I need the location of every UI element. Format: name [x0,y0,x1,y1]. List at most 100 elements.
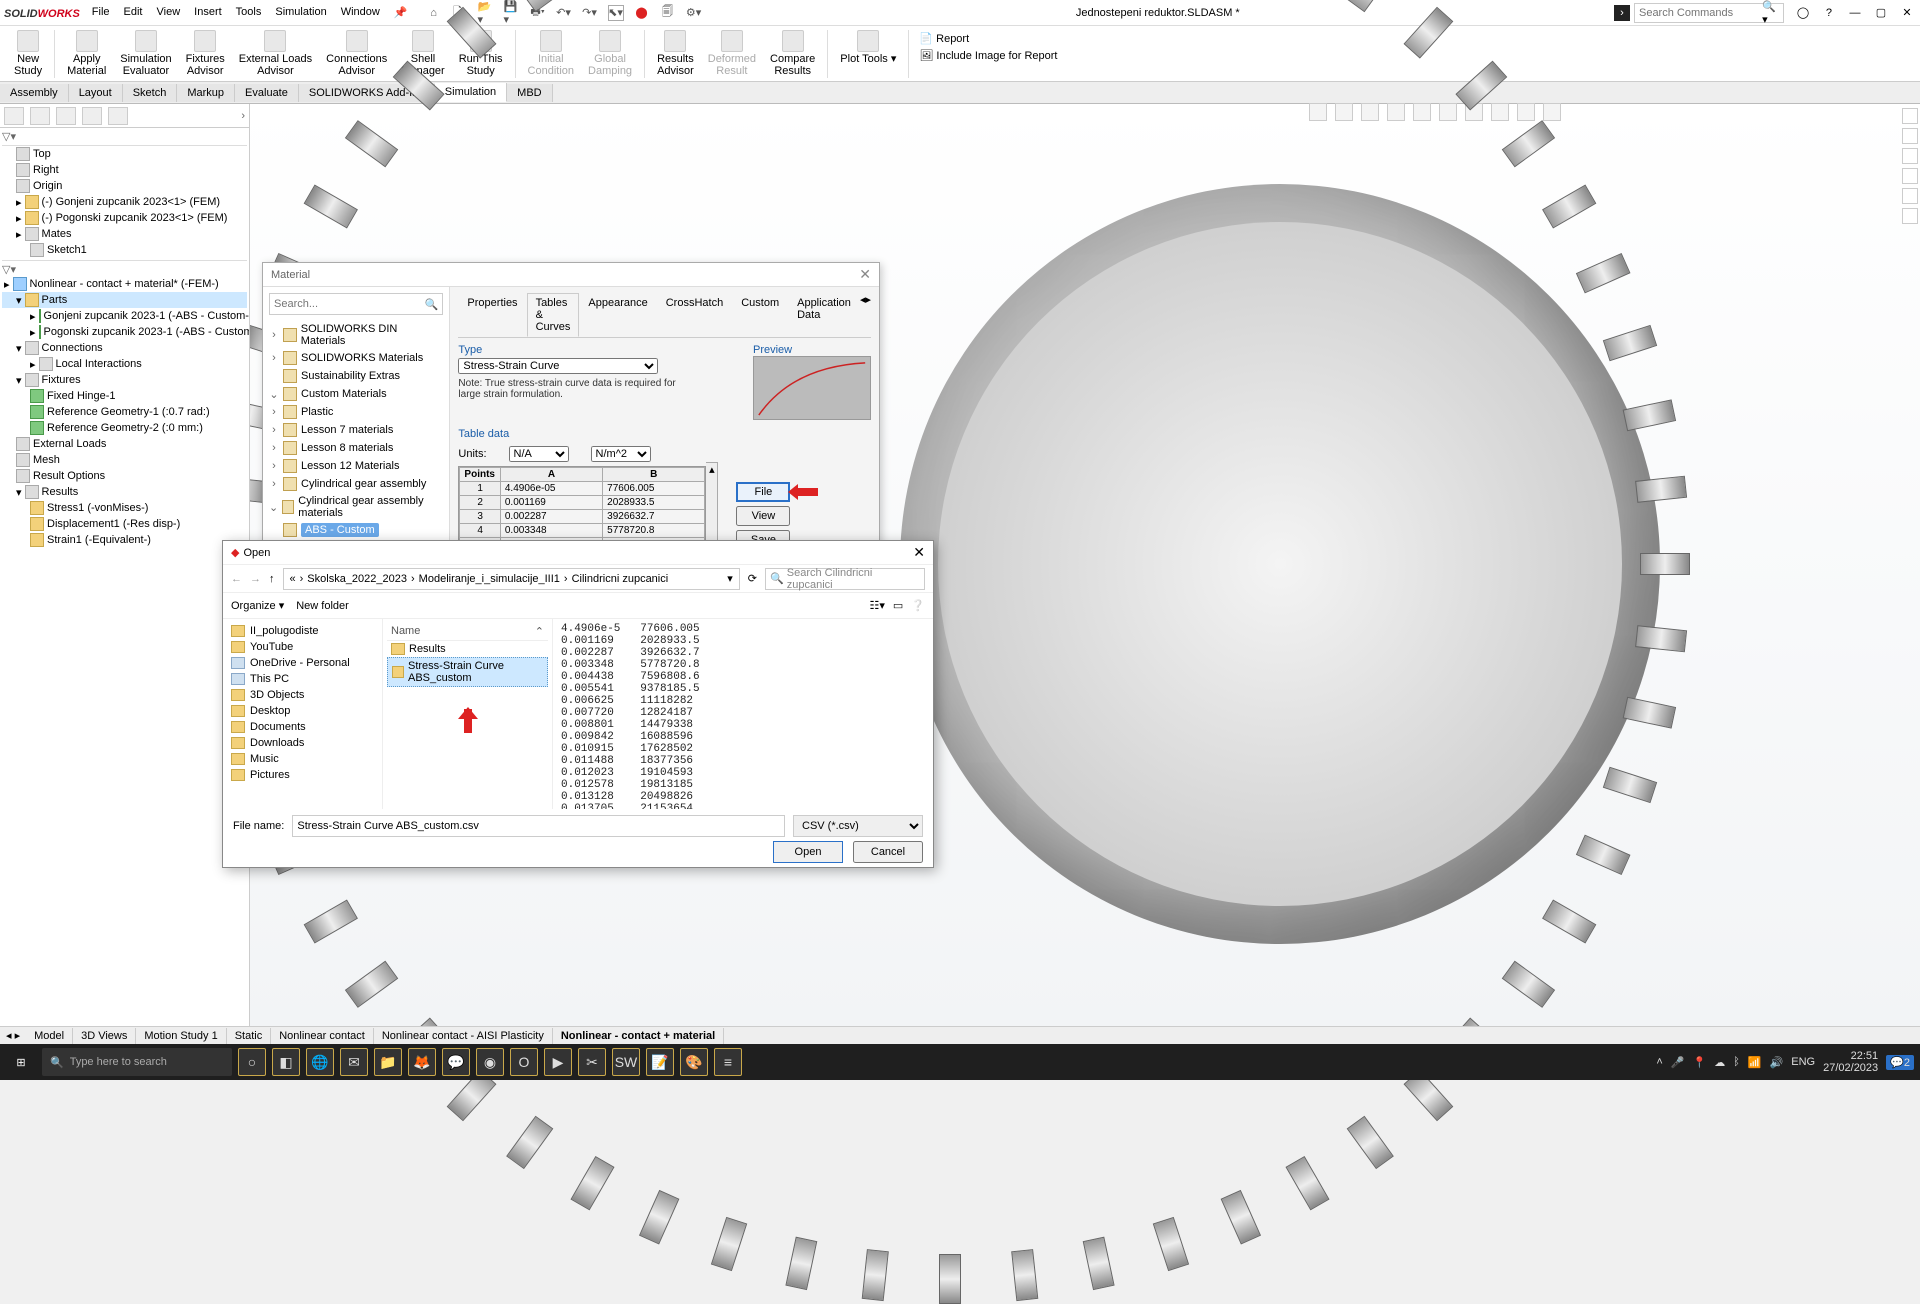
vt-section-icon[interactable] [1387,103,1405,121]
unit-a-select[interactable]: N/A [509,446,569,462]
fixture-child[interactable]: Reference Geometry-1 (:0.7 rad:) [2,404,247,420]
sidebar-item-desktop[interactable]: Desktop [231,703,374,719]
study-tab[interactable]: Motion Study 1 [136,1028,226,1044]
plane-top[interactable]: Top [2,146,247,162]
vt-render-icon[interactable] [1543,103,1561,121]
mates-node[interactable]: ▸Mates [2,226,247,242]
unit-b-select[interactable]: N/m^2 [591,446,651,462]
chrome-icon[interactable]: ◉ [476,1048,504,1076]
ribbon-compare[interactable]: CompareResults [764,28,821,79]
fm-expand-icon[interactable]: › [241,110,245,122]
tray-volume-icon[interactable]: 🔊 [1770,1056,1784,1069]
study-tab[interactable]: Model [26,1028,73,1044]
tp-prop-icon[interactable] [1902,148,1918,164]
rebuild-icon[interactable]: ⬤ [634,5,650,21]
material-tree-item[interactable]: ›Cylindrical gear assembly [269,475,443,493]
study-node[interactable]: ▸Nonlinear - contact + material* (-FEM-) [2,276,247,292]
vt-hide-icon[interactable] [1491,103,1509,121]
redo-icon[interactable]: ↷▾ [582,5,598,21]
tab-simulation[interactable]: Simulation [435,83,507,102]
report-button[interactable]: 📄 Report [919,32,1057,45]
study-tab[interactable]: 3D Views [73,1028,136,1044]
tray-lang[interactable]: ENG [1791,1056,1815,1068]
component-node[interactable]: ▸(-) Pogonski zupcanik 2023<1> (FEM) [2,210,247,226]
component-node[interactable]: ▸(-) Gonjeni zupcanik 2023<1> (FEM) [2,194,247,210]
menu-window[interactable]: Window [341,6,380,19]
vt-rotate-icon[interactable] [1361,103,1379,121]
material-search-input[interactable] [274,298,425,310]
menu-simulation[interactable]: Simulation [275,6,326,19]
select-icon[interactable]: ⬉▾ [608,5,624,21]
material-tree-item[interactable]: ›Plastic [269,403,443,421]
refresh-icon[interactable]: ⟳ [748,572,757,585]
filename-input[interactable] [292,815,785,837]
material-tree-item[interactable]: ›Lesson 12 Materials [269,457,443,475]
tray-onedrive-icon[interactable]: ☁ [1714,1056,1725,1069]
taskbar-search[interactable]: 🔍 Type here to search [42,1048,232,1076]
paint-icon[interactable]: 🎨 [680,1048,708,1076]
plot-tools-button[interactable]: Plot Tools ▾ [834,28,902,67]
help-icon[interactable]: ❔ [911,599,925,612]
vt-display-icon[interactable] [1413,103,1431,121]
study-tab[interactable]: Nonlinear contact - AISI Plasticity [374,1028,553,1044]
crumb[interactable]: Modeliranje_i_simulacije_III1 [419,573,560,585]
table-row[interactable]: 40.0033485778720.8 [460,524,705,538]
cortana-icon[interactable]: ○ [238,1048,266,1076]
sidebar-item-youtube[interactable]: YouTube [231,639,374,655]
local-interactions-node[interactable]: ▸Local Interactions [2,356,247,372]
nav-up-icon[interactable]: ↑ [269,573,275,585]
curve-type-select[interactable]: Stress-Strain Curve [458,358,658,374]
menu-edit[interactable]: Edit [124,6,143,19]
menu-view[interactable]: View [157,6,181,19]
table-row[interactable]: 14.4906e-0577606.005 [460,482,705,496]
settings-icon[interactable]: ⚙▾ [686,5,702,21]
material-tree-item[interactable]: ›SOLIDWORKS Materials [269,349,443,367]
tray-bt-icon[interactable]: ᛒ [1733,1056,1740,1068]
open-button[interactable]: Open [773,841,843,863]
media-icon[interactable]: ▶ [544,1048,572,1076]
sidebar-item-music[interactable]: Music [231,751,374,767]
file-search[interactable]: 🔍 Search Cilindricni zupcanici [765,568,925,590]
taskbar-clock[interactable]: 22:5127/02/2023 [1823,1050,1878,1074]
minimize-icon[interactable]: — [1846,4,1864,22]
fm-tab-display-icon[interactable] [108,107,128,125]
ribbon-fixtures[interactable]: FixturesAdvisor [180,28,231,79]
tab-assembly[interactable]: Assembly [0,84,69,102]
open-dialog-close-icon[interactable]: ✕ [913,544,925,561]
tray-location-icon[interactable]: 📍 [1693,1056,1707,1069]
filter-icon-2[interactable]: ▽▾ [2,263,247,276]
sidebar-item-pictures[interactable]: Pictures [231,767,374,783]
tab-markup[interactable]: Markup [177,84,235,102]
table-row[interactable]: 20.0011692028933.5 [460,496,705,510]
nav-fwd-icon[interactable]: → [250,573,261,585]
nav-back-icon[interactable]: ← [231,573,242,585]
ribbon-external-loads[interactable]: External LoadsAdvisor [233,28,318,79]
results-node[interactable]: ▾Results [2,484,247,500]
ribbon-simulation[interactable]: SimulationEvaluator [114,28,177,79]
material-tree-item[interactable]: ABS - Custom [269,521,443,539]
material-tab-crosshatch[interactable]: CrossHatch [657,293,732,337]
vt-pan-icon[interactable] [1335,103,1353,121]
vt-zoom-icon[interactable] [1309,103,1327,121]
study-tab[interactable]: Nonlinear - contact + material [553,1028,724,1044]
sublime-icon[interactable]: ≡ [714,1048,742,1076]
fm-tab-props-icon[interactable] [30,107,50,125]
sidebar-item-this-pc[interactable]: This PC [231,671,374,687]
maximize-icon[interactable]: ▢ [1872,4,1890,22]
filetype-select[interactable]: CSV (*.csv) [793,815,923,837]
tab-sketch[interactable]: Sketch [123,84,178,102]
vt-appear-icon[interactable] [1517,103,1535,121]
firefox-icon[interactable]: 🦊 [408,1048,436,1076]
material-tree-item[interactable]: ⌄Custom Materials [269,385,443,403]
study-tab[interactable]: Nonlinear contact [271,1028,374,1044]
material-tab-tables-curves[interactable]: Tables & Curves [527,293,580,337]
taskview-icon[interactable]: ◧ [272,1048,300,1076]
tray-mic-icon[interactable]: 🎤 [1671,1056,1685,1069]
sidebar-item-downloads[interactable]: Downloads [231,735,374,751]
fm-tab-tree-icon[interactable] [4,107,24,125]
mesh-node[interactable]: Mesh [2,452,247,468]
view-mode-icon[interactable]: ☷▾ [870,599,885,612]
help-icon[interactable]: ? [1820,4,1838,22]
menu-insert[interactable]: Insert [194,6,222,19]
edge-icon[interactable]: 🌐 [306,1048,334,1076]
